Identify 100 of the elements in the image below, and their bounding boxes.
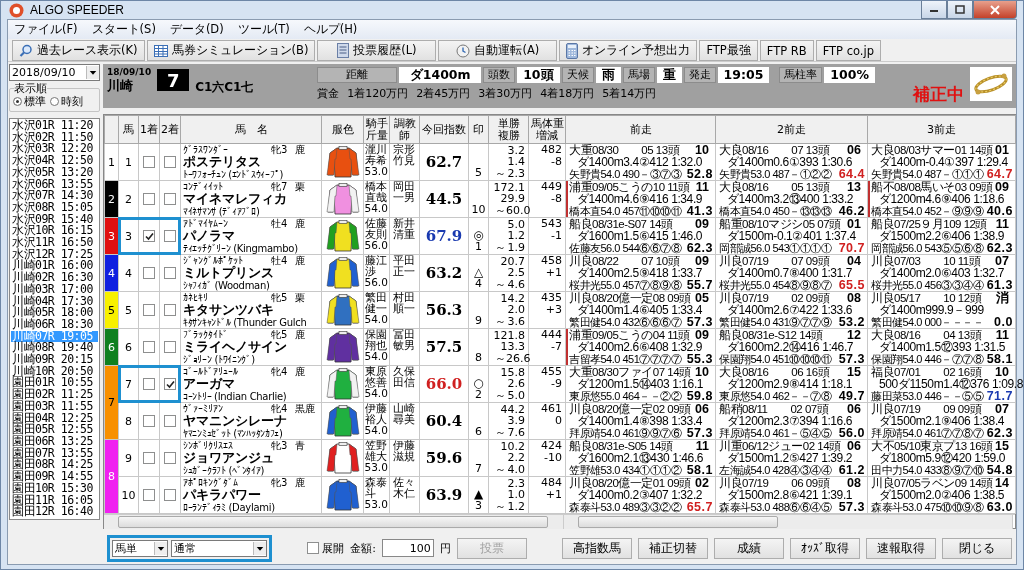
clock-icon bbox=[456, 43, 471, 58]
race-item[interactable]: 水沢11R 16:50 bbox=[11, 237, 98, 249]
race-item[interactable]: 園田04R 12:25 bbox=[11, 412, 98, 425]
action-button[interactable]: 閉じる bbox=[942, 537, 1012, 559]
course-info: ダ1600m2.2⑭416 1:46.7 bbox=[727, 341, 854, 353]
checkbox[interactable] bbox=[164, 489, 176, 501]
finish-position: 02 bbox=[695, 477, 709, 489]
menu-item[interactable]: ツール(T) bbox=[237, 22, 290, 37]
race-item[interactable]: 園田08R 14:25 bbox=[11, 459, 98, 472]
toolbar-button[interactable]: 過去レース表示(K) bbox=[12, 40, 145, 61]
race-item[interactable]: 園田09R 14:55 bbox=[11, 471, 98, 483]
race-item[interactable]: 川崎03R 17:00 bbox=[11, 283, 98, 296]
race-item[interactable]: 園田01R 10:55 bbox=[11, 377, 98, 390]
race-item[interactable]: 川崎05R 18:00 bbox=[11, 307, 98, 319]
finish-position: 04 bbox=[847, 255, 861, 267]
action-button[interactable]: 速報取得 bbox=[866, 537, 936, 559]
action-button[interactable]: 補正切替 bbox=[638, 537, 708, 559]
sire-name: ﾌﾞﾗｯｸﾀｲﾄﾞ bbox=[183, 329, 229, 340]
race-item[interactable]: 園田07R 13:55 bbox=[11, 447, 98, 460]
horizontal-scrollbar[interactable] bbox=[564, 515, 1013, 529]
race-item[interactable]: 川崎01R 16:00 bbox=[11, 260, 98, 273]
checkbox[interactable] bbox=[143, 267, 155, 279]
close-button[interactable] bbox=[973, 1, 1017, 19]
menu-item[interactable]: ヘルプ(H) bbox=[303, 22, 358, 37]
checkbox[interactable] bbox=[143, 341, 155, 353]
frame-number: 8 bbox=[104, 439, 119, 514]
checkbox[interactable] bbox=[143, 156, 155, 168]
race-item[interactable]: 水沢04R 12:50 bbox=[11, 155, 98, 167]
checkbox[interactable] bbox=[143, 452, 155, 464]
race-item[interactable]: 川崎06R 18:30 bbox=[11, 318, 98, 331]
race-item[interactable]: 水沢08R 15:05 bbox=[11, 201, 98, 214]
race-item[interactable]: 園田05R 12:55 bbox=[11, 424, 98, 436]
race-item[interactable]: 川崎02R 16:30 bbox=[11, 272, 98, 284]
race-item[interactable]: 水沢01R 11:20 bbox=[11, 120, 98, 132]
toolbar-button[interactable]: 馬券シミュレーション(B) bbox=[146, 40, 316, 61]
checkbox[interactable] bbox=[143, 304, 155, 316]
checkbox[interactable] bbox=[164, 378, 176, 390]
toolbar-button[interactable]: 投票履歴(L) bbox=[317, 40, 437, 61]
info-value: 19:05 bbox=[717, 67, 770, 83]
race-item[interactable]: 水沢05R 13:20 bbox=[11, 166, 98, 179]
checkbox[interactable] bbox=[164, 193, 176, 205]
checkbox[interactable] bbox=[164, 267, 176, 279]
horizontal-scrollbar[interactable] bbox=[104, 515, 564, 529]
sex-age: 牡4 bbox=[271, 255, 288, 266]
race-item[interactable]: 水沢10R 16:15 bbox=[11, 225, 98, 238]
race-item[interactable]: 園田02R 11:25 bbox=[11, 389, 98, 401]
race-item[interactable]: 園田10R 15:30 bbox=[11, 482, 98, 495]
body-weight: 424 bbox=[540, 440, 562, 452]
frame-number: 7 bbox=[104, 365, 119, 440]
race-item[interactable]: 園田06R 13:25 bbox=[11, 436, 98, 448]
radio-option[interactable]: 標準 bbox=[13, 94, 46, 109]
race-item[interactable]: 園田11R 16:05 bbox=[11, 494, 98, 507]
checkbox[interactable] bbox=[143, 193, 155, 205]
race-item[interactable]: 園田03R 11:55 bbox=[11, 400, 98, 413]
menu-item[interactable]: データ(D) bbox=[169, 22, 224, 37]
checkbox[interactable] bbox=[143, 230, 155, 242]
checkbox[interactable] bbox=[143, 415, 155, 427]
expand-checkbox[interactable]: 展開 bbox=[307, 540, 345, 556]
range-sign: ～ bbox=[495, 167, 506, 180]
action-button[interactable]: 成績 bbox=[714, 537, 784, 559]
bet-type-dropdown[interactable]: 馬単 bbox=[112, 539, 168, 557]
maximize-button[interactable] bbox=[947, 1, 973, 19]
place-odds: 5.0 bbox=[507, 389, 525, 402]
race-item[interactable]: 川崎08R 19:40 bbox=[11, 342, 98, 355]
course-info: ダ1400m4.6⑨416 1:34.9 bbox=[576, 193, 703, 205]
amount-field[interactable]: 100 bbox=[381, 539, 434, 557]
race-item[interactable]: 水沢07R 14:30 bbox=[11, 190, 98, 202]
action-button[interactable]: ｵｯｽﾞ取得 bbox=[790, 537, 860, 559]
place-odds: 3.9 bbox=[506, 415, 525, 427]
index-value: 59.6 bbox=[424, 449, 464, 467]
race-info: 大良08/16 07 13頭 bbox=[719, 144, 830, 156]
course-info: ダ1200m1.5⑭403 1:16.1 bbox=[577, 378, 704, 390]
checkbox[interactable] bbox=[164, 341, 176, 353]
menu-item[interactable]: スタート(S) bbox=[91, 22, 156, 37]
checkbox[interactable] bbox=[164, 304, 176, 316]
menu-item[interactable]: ファイル(F) bbox=[14, 22, 78, 37]
toolbar-button[interactable]: FTP co.jp bbox=[815, 40, 882, 61]
weight-change: +1 bbox=[544, 488, 562, 500]
race-item[interactable]: 川崎09R 20:15 bbox=[11, 354, 98, 366]
toolbar-button[interactable]: 自動運転(A) bbox=[438, 40, 558, 61]
horse-name: パノラマ bbox=[183, 229, 236, 243]
checkbox[interactable] bbox=[164, 156, 176, 168]
action-button[interactable]: 高指数馬 bbox=[562, 537, 632, 559]
toolbar-button[interactable]: FTP RB bbox=[759, 40, 814, 61]
checkbox[interactable] bbox=[164, 452, 176, 464]
checkbox[interactable] bbox=[164, 230, 176, 242]
toolbar-button[interactable]: FTP最強 bbox=[699, 40, 758, 61]
minimize-button[interactable] bbox=[921, 1, 947, 19]
bet-mode-dropdown[interactable]: 通常 bbox=[171, 539, 267, 557]
horse-number: 1 bbox=[124, 155, 133, 169]
date-dropdown[interactable]: 2018/09/10 bbox=[9, 64, 100, 81]
radio-option[interactable]: 時刻 bbox=[50, 94, 83, 109]
toolbar-button[interactable]: オンライン予想出力 bbox=[559, 40, 698, 61]
race-item[interactable]: 川崎10R 20:50 bbox=[11, 365, 98, 378]
trainer-name: 岡田一男 bbox=[392, 181, 416, 203]
checkbox[interactable] bbox=[143, 489, 155, 501]
checkbox[interactable] bbox=[143, 378, 155, 390]
checkbox[interactable] bbox=[164, 415, 176, 427]
race-item[interactable]: 園田12R 16:40 bbox=[11, 506, 98, 518]
course-info: 500ダ1150m1.4⑫376 1:09.8 bbox=[879, 378, 1023, 390]
